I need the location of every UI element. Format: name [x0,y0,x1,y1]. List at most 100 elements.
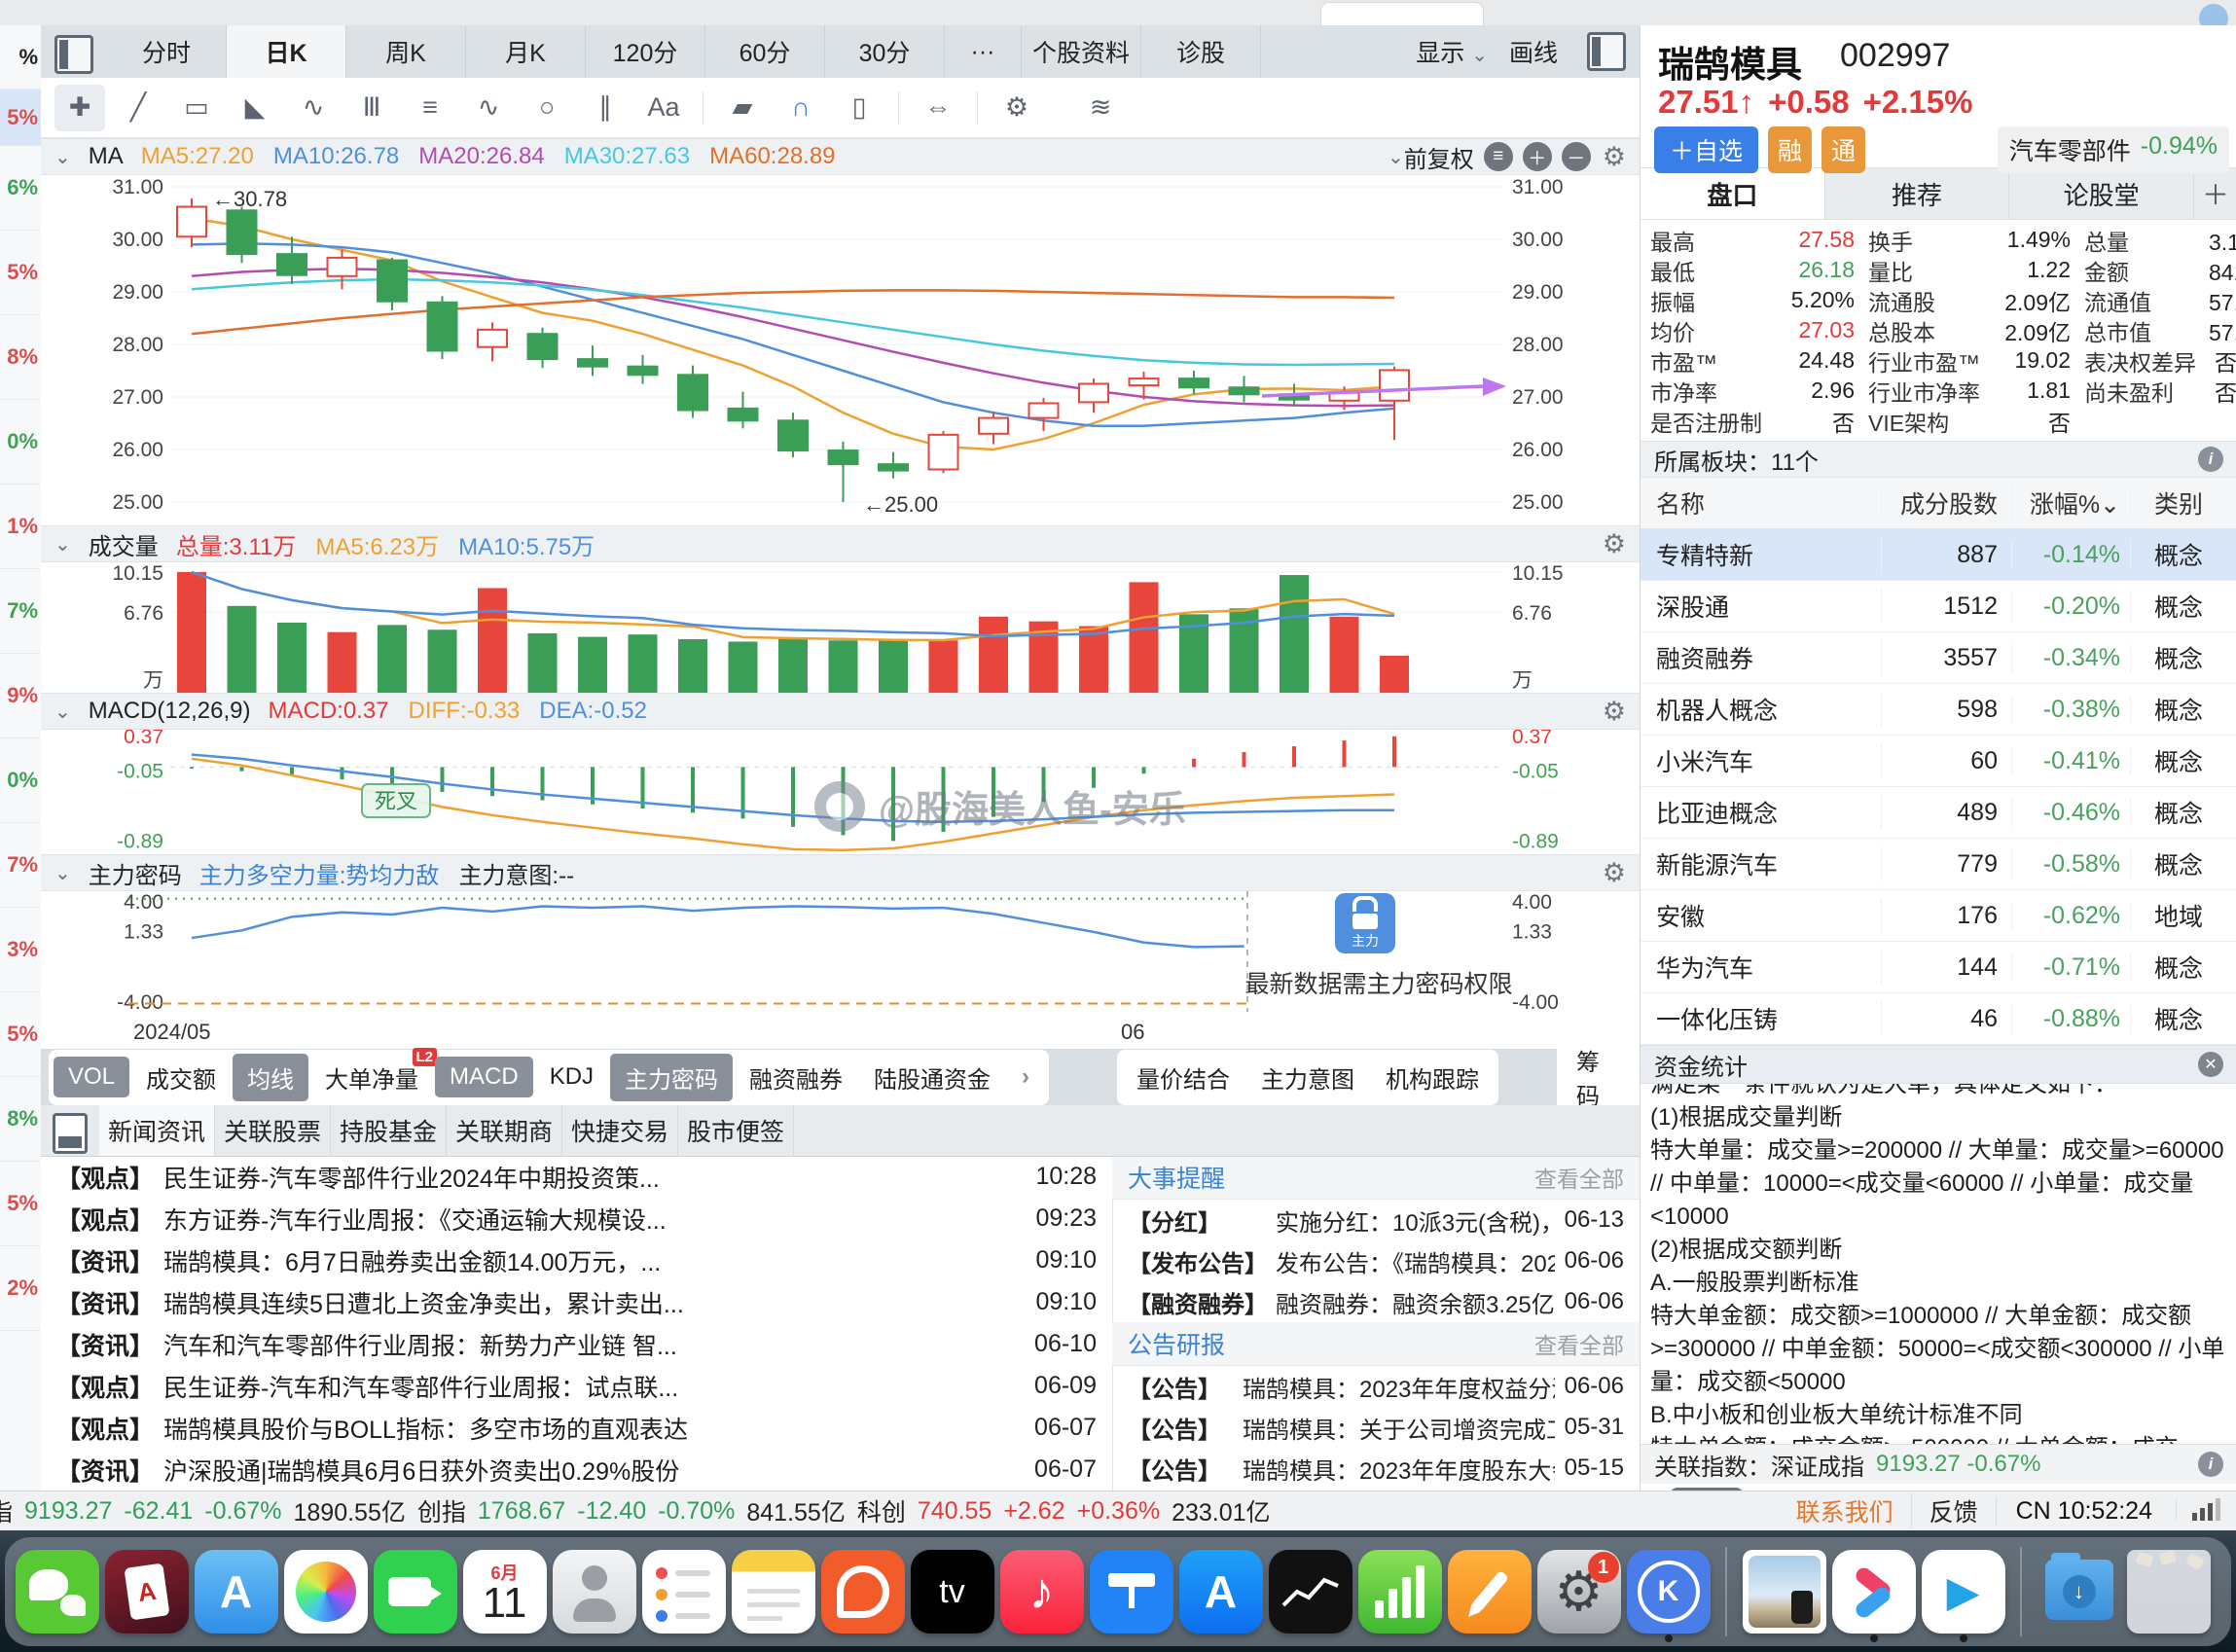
trash-tool-icon[interactable]: ▯ [834,85,884,131]
indicator-button-融资融券[interactable]: 融资融券 [735,1054,857,1101]
dock-app-tencent-video[interactable]: ▶ [1921,1541,2005,1642]
dock-app-notes[interactable] [731,1541,815,1642]
board-row-华为汽车[interactable]: 华为汽车144-0.71%概念 [1641,942,2236,993]
industry-chip[interactable]: 汽车零部件-0.94% [1998,126,2229,173]
report-item[interactable]: 【公告】瑞鹄模具：2023年年度权益分派实施公告06-06 [1112,1366,1640,1407]
indicator-button-主力密码[interactable]: 主力密码 [610,1054,733,1101]
dock-app-kline-app[interactable]: K [1626,1541,1711,1642]
gear-icon[interactable]: ⚙ [1603,858,1626,888]
col-name[interactable]: 名称 [1641,485,1882,521]
dock-app-keynote[interactable] [1089,1541,1173,1642]
report-item[interactable]: 【公告】瑞鹄模具：关于公司增资完成工商变更并换发营...05-31 [1112,1407,1640,1448]
fan-lines-tool-icon[interactable]: ◣ [230,85,280,131]
board-row-安徽[interactable]: 安徽176-0.62%地域 [1641,890,2236,942]
indicator-button-陆股通资金[interactable]: 陆股通资金 [859,1054,1005,1101]
news-item[interactable]: 【资讯】瑞鹄模具：6月7日融券卖出金额14.00万元，...09:10 [41,1239,1112,1281]
gear-icon[interactable]: ⚙ [1603,529,1626,559]
collapse-panel-icon[interactable] [53,1113,88,1154]
close-icon[interactable]: ✕ [2198,1052,2223,1077]
parallel-lines-tool-icon[interactable]: ∥ [580,85,631,131]
wave-tool-icon[interactable]: ∿ [463,85,514,131]
collapse-icon[interactable]: ⌄ [54,700,71,724]
segment-tool-icon[interactable]: ∿ [288,85,339,131]
board-row-比亚迪概念[interactable]: 比亚迪概念489-0.46%概念 [1641,787,2236,839]
magnet-tool-icon[interactable]: ∩ [775,85,826,131]
gann-tool-icon[interactable]: ≡ [405,85,455,131]
dock-app-card-game[interactable]: A [104,1541,189,1642]
event-item[interactable]: 【分红】实施分红：10派3元(含税)，股权登记日为...06-13 [1112,1200,1640,1240]
panel-tab-论股堂[interactable]: 论股堂 [2009,168,2194,219]
tab-30分[interactable]: 30分 [825,25,945,78]
text-tool-icon[interactable]: Aa [638,85,689,131]
dock-app-media-app[interactable] [1831,1541,1916,1642]
dock-app-pages[interactable] [1447,1541,1532,1642]
news-tab-快捷交易[interactable]: 快捷交易 [562,1105,678,1156]
board-row-深股通[interactable]: 深股通1512-0.20%概念 [1641,581,2236,632]
events-view-all[interactable]: 查看全部 [1534,1161,1624,1194]
tab-月K[interactable]: 月K [466,25,586,78]
col-type[interactable]: 类别 [2131,485,2236,521]
dock-app-wechat[interactable] [15,1541,99,1642]
dock-app-facetime[interactable] [373,1541,457,1642]
compare-icon[interactable]: ≡ [1484,142,1513,171]
dock-app-downloads-folder[interactable]: ↓ [2037,1541,2121,1642]
board-row-新能源汽车[interactable]: 新能源汽车779-0.58%概念 [1641,839,2236,890]
add-tab-button[interactable]: ＋ [2194,168,2236,219]
dock-app-minimized-window[interactable] [1742,1541,1826,1642]
board-row-融资融券[interactable]: 融资融券3557-0.34%概念 [1641,632,2236,684]
indicator-button-VOL[interactable]: VOL [54,1057,129,1097]
layers-tool-icon[interactable]: ≋ [1075,85,1126,131]
info-icon[interactable]: i [2198,1452,2223,1477]
add-watchlist-button[interactable]: ＋自选 [1654,126,1758,173]
indicator-button-大单净量[interactable]: 大单净量L2 [310,1054,433,1101]
indicator-button-KDJ[interactable]: KDJ [535,1057,608,1097]
indicator-button-›[interactable]: › [1007,1057,1044,1097]
board-row-专精特新[interactable]: 专精特新887-0.14%概念 [1641,529,2236,581]
chart-settings-tool-icon[interactable]: ⚙ [992,85,1042,131]
gear-icon[interactable]: ⚙ [1603,697,1626,727]
connect-badge[interactable]: 通 [1821,126,1865,173]
news-item[interactable]: 【观点】民生证券-汽车和汽车零部件行业周报：试点联...06-09 [41,1365,1112,1407]
col-count[interactable]: 成分股数 [1882,485,2012,521]
collapse-icon[interactable]: ⌄ [54,532,71,557]
trend-line-tool-icon[interactable]: ╱ [113,85,163,131]
margin-badge[interactable]: 融 [1768,126,1812,173]
col-pct[interactable]: 涨幅%⌄ [2012,485,2131,521]
dock-app-system-settings[interactable]: ⚙1 [1536,1541,1621,1642]
news-tab-新闻资讯[interactable]: 新闻资讯 [99,1105,215,1156]
indicator-button-MACD[interactable]: MACD [435,1057,533,1097]
dock-app-numbers[interactable] [1357,1541,1442,1642]
tab-120分[interactable]: 120分 [586,25,705,78]
tool-button-量价结合[interactable]: 量价结合 [1122,1054,1244,1101]
board-row-机器人概念[interactable]: 机器人概念598-0.38%概念 [1641,684,2236,736]
gear-icon[interactable]: ⚙ [1603,142,1626,172]
dock-app-calendar[interactable]: 6月11 [462,1541,547,1642]
tool-button-机构跟踪[interactable]: 机构跟踪 [1371,1054,1494,1101]
news-tab-股市便签[interactable]: 股市便签 [678,1105,794,1156]
indicator-button-均线[interactable]: 均线 [233,1054,308,1101]
dock-app-reminders[interactable] [641,1541,726,1642]
report-item[interactable]: 【公告】瑞鹄模具：2023年年度股东大会决议公告05-15 [1112,1448,1640,1489]
panel-tab-盘口[interactable]: 盘口 [1641,168,1825,219]
tab-60分[interactable]: 60分 [705,25,825,78]
expand-tool-icon[interactable]: ⇔ [913,85,963,131]
board-row-一体化压铸[interactable]: 一体化压铸46-0.88%概念 [1641,993,2236,1045]
info-icon[interactable]: i [2198,447,2223,472]
layout-panel-icon[interactable] [54,35,93,74]
dock-app-trash[interactable] [2126,1541,2211,1642]
ellipse-tool-icon[interactable]: ○ [522,85,572,131]
layout-panel-right-icon[interactable] [1587,32,1626,71]
display-menu[interactable]: 显示 ⌄ [1416,34,1488,69]
news-tab-持股基金[interactable]: 持股基金 [331,1105,447,1156]
reports-view-all[interactable]: 查看全部 [1534,1327,1624,1360]
dock-app-contacts[interactable] [552,1541,636,1642]
indicator-button-成交额[interactable]: 成交额 [131,1054,231,1101]
dock-app-weibo[interactable] [820,1541,905,1642]
news-item[interactable]: 【观点】东方证券-汽车行业周报：《交通运输大规模设...09:23 [41,1198,1112,1239]
tab-周K[interactable]: 周K [346,25,466,78]
zoom-in-icon[interactable]: ＋ [1523,142,1552,171]
fuquan-selector[interactable]: 前复权 [1404,140,1474,174]
tab-分时[interactable]: 分时 [107,25,227,78]
news-tab-关联股票[interactable]: 关联股票 [215,1105,331,1156]
dock-app-music[interactable]: ♪ [999,1541,1084,1642]
